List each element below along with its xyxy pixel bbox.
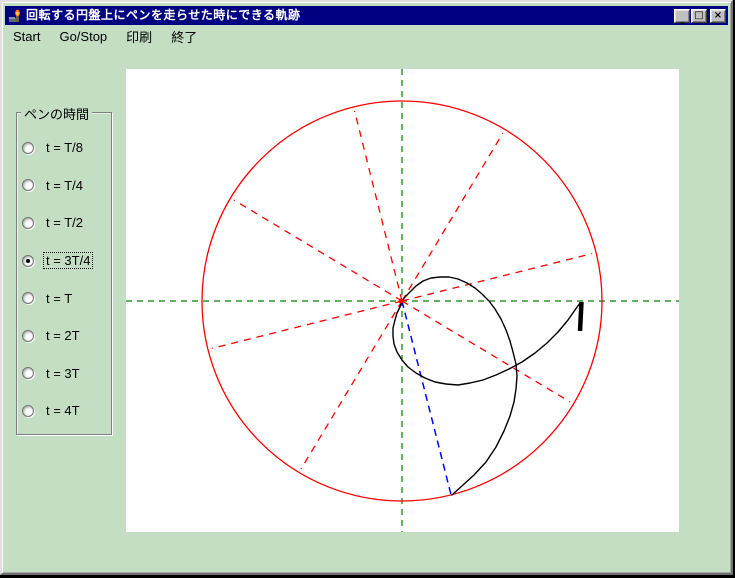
spoke-59deg [401, 132, 504, 302]
screen: 回転する円盤上にペンを走らせた時にできる軌跡 _ □ × Start Go/Sto… [0, 0, 735, 578]
radio-list: t = T/8 t = T/4 t = T/2 t = 3T/4 t = T t = 2T… [22, 129, 110, 430]
spoke-329deg [401, 300, 571, 403]
radio-label: t = T/4 [46, 177, 83, 193]
menu-item-exit[interactable]: 終了 [165, 26, 203, 47]
plot-canvas [126, 69, 679, 532]
radio-label: t = 3T/4 [43, 252, 94, 270]
spoke-239deg [300, 300, 403, 470]
pen-time-option-8[interactable]: t = 4T [22, 392, 110, 430]
radio-button[interactable] [22, 216, 34, 229]
menu-bar: Start Go/Stop 印刷 終了 [5, 26, 728, 47]
window-title: 回転する円盤上にペンを走らせた時にできる軌跡 [26, 8, 301, 22]
pen-time-option-7[interactable]: t = 3T [22, 355, 110, 393]
close-button[interactable]: × [710, 8, 726, 23]
plot-svg [126, 69, 679, 532]
pen-time-option-5[interactable]: t = T [22, 279, 110, 317]
app-window: 回転する円盤上にペンを走らせた時にできる軌跡 _ □ × Start Go/Sto… [0, 0, 733, 575]
maximize-button[interactable]: □ [691, 8, 707, 23]
radio-label: t = 4T [46, 403, 80, 419]
radio-button[interactable] [22, 367, 34, 380]
pen-mark [577, 301, 584, 332]
current-radius-line [401, 300, 452, 495]
trace-arm-a [401, 276, 518, 496]
spoke-104deg [353, 110, 403, 302]
radio-label: t = T/8 [46, 140, 83, 156]
radio-button[interactable] [22, 254, 34, 267]
radio-button[interactable] [22, 141, 34, 154]
pen-time-option-1[interactable]: t = T/8 [22, 129, 110, 167]
trace-arm-b [392, 300, 581, 386]
titlebar-buttons: _ □ × [673, 8, 726, 23]
radio-label: t = 3T [46, 365, 80, 381]
spoke-149deg [233, 199, 403, 302]
app-torch-icon [9, 9, 20, 22]
radio-label: t = T [46, 290, 73, 306]
pen-time-option-2[interactable]: t = T/4 [22, 167, 110, 205]
minimize-button[interactable]: _ [674, 8, 690, 23]
pen-time-option-4[interactable]: t = 3T/4 [22, 242, 110, 280]
center-dot [398, 298, 404, 304]
menu-item-start[interactable]: Start [7, 28, 46, 45]
radio-label: t = 2T [46, 328, 80, 344]
radio-button[interactable] [22, 329, 34, 342]
menu-item-print[interactable]: 印刷 [120, 26, 158, 47]
title-bar[interactable]: 回転する円盤上にペンを走らせた時にできる軌跡 _ □ × [5, 6, 728, 25]
spoke-194deg [211, 300, 403, 350]
radio-label: t = T/2 [46, 215, 83, 231]
spoke-14deg [401, 252, 593, 302]
radio-button[interactable] [22, 404, 34, 417]
pen-time-group-label: ペンの時間 [21, 104, 93, 123]
radio-button[interactable] [22, 179, 34, 192]
radio-button[interactable] [22, 292, 34, 305]
menu-item-go-stop[interactable]: Go/Stop [53, 28, 113, 45]
pen-time-option-6[interactable]: t = 2T [22, 317, 110, 355]
pen-time-option-3[interactable]: t = T/2 [22, 204, 110, 242]
